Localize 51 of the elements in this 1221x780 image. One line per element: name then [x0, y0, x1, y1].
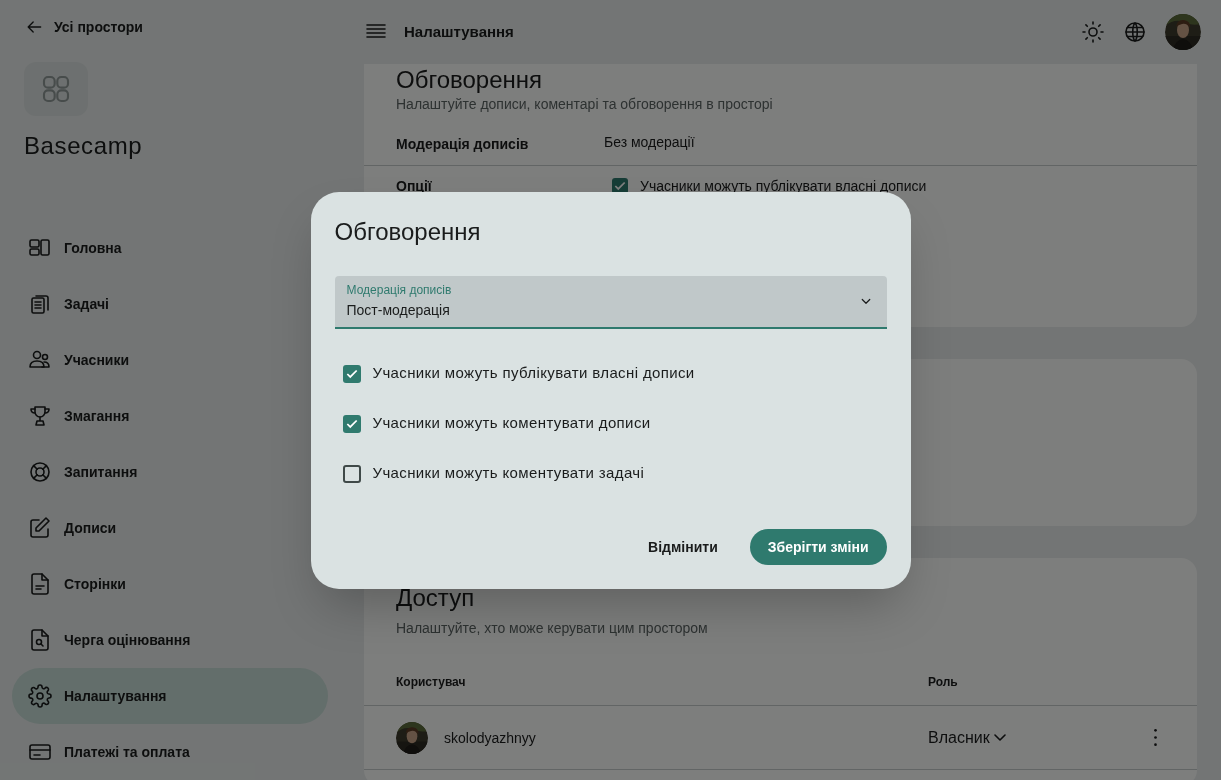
space-name: Basecamp: [24, 131, 144, 161]
document-icon: [28, 572, 52, 596]
nav-item[interactable]: Задачі: [12, 276, 328, 332]
option-label: Учасники можуть публікувати власні дописи: [372, 363, 695, 384]
globe-icon: [1123, 20, 1147, 44]
nav-item[interactable]: Налаштування: [12, 668, 328, 724]
field-label: Модерація дописів: [396, 134, 530, 154]
nav-item[interactable]: Дописи: [12, 500, 328, 556]
select-field[interactable]: Модерація дописів Пост-модерація: [334, 275, 887, 329]
role-dropdown[interactable]: Власник: [928, 725, 1006, 750]
nav-item[interactable]: Сторінки: [12, 556, 328, 612]
dialog-title: Обговорення: [334, 216, 482, 247]
clipboard-icon: [28, 292, 52, 316]
settings-icon: [28, 684, 52, 708]
option-label: Учасники можуть публікувати власні дописи: [640, 177, 927, 196]
section-title: Доступ: [395, 583, 476, 613]
lifebuoy-icon: [28, 460, 52, 484]
more-button[interactable]: [1154, 729, 1157, 746]
option-label: Учасники можуть коментувати дописи: [372, 413, 651, 434]
nav-item[interactable]: Платежі та оплата: [12, 724, 328, 780]
back-link[interactable]: Усі простори: [12, 0, 328, 54]
nav-item[interactable]: Запитання: [12, 444, 328, 500]
page-title: Налаштування: [404, 21, 514, 42]
nav-item[interactable]: Учасники: [12, 332, 328, 388]
field-label: Опції: [396, 177, 433, 196]
check-icon: [613, 179, 627, 193]
field-label: Модерація дописів: [346, 282, 453, 298]
save-button[interactable]: Зберігти зміни: [749, 528, 887, 565]
checkbox[interactable]: [342, 464, 361, 483]
cancel-button[interactable]: Відмінити: [624, 528, 742, 565]
option-label: Учасники можуть коментувати задачі: [372, 463, 645, 484]
sun-icon: [1081, 20, 1105, 44]
checkbox[interactable]: [342, 414, 361, 433]
field-value: Без модерації: [604, 132, 695, 152]
grid-icon: [40, 73, 72, 105]
nav-item[interactable]: Головна: [12, 220, 328, 276]
field-value: Пост-модерація: [346, 301, 451, 320]
caret-icon: [993, 734, 1006, 741]
section-title: Обговорення: [395, 66, 543, 94]
column-header: Користувач: [396, 673, 467, 690]
checkbox[interactable]: [342, 364, 361, 383]
column-header: Роль: [928, 673, 958, 690]
pencil-icon: [28, 516, 52, 540]
nav-item[interactable]: Змагання: [12, 388, 328, 444]
section-subtitle: Налаштуйте дописи, коментарі та обговорення в просторі: [395, 95, 774, 114]
nav-item[interactable]: Черга оцінювання: [12, 612, 328, 668]
section-subtitle: Налаштуйте, хто може керувати цим простором: [395, 619, 709, 638]
document-search-icon: [28, 628, 52, 652]
more-vertical-icon: [1154, 729, 1157, 746]
user-name: skolodyazhnyy: [444, 728, 536, 748]
trophy-icon: [28, 404, 52, 428]
